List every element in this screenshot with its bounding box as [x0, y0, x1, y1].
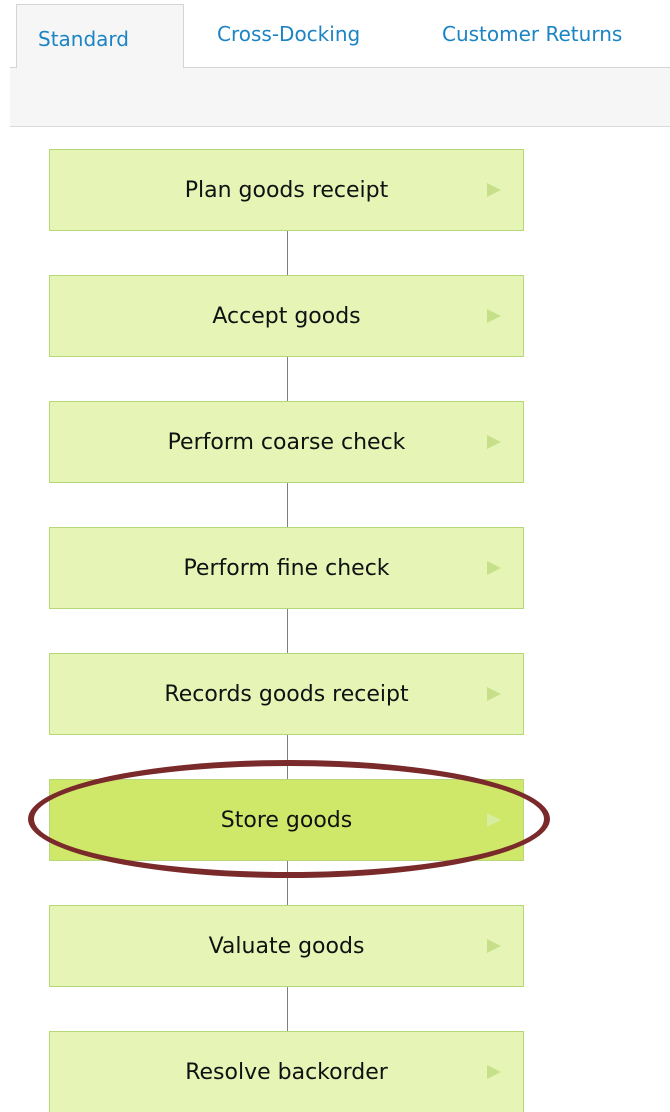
play-arrow-icon — [487, 813, 501, 827]
step-plan-goods-receipt[interactable]: Plan goods receipt — [49, 149, 524, 231]
process-flow: Plan goods receipt Accept goods Perform … — [0, 0, 670, 1112]
goods-receipt-process-view: Standard Cross-Docking Customer Returns … — [0, 0, 670, 1112]
play-arrow-icon — [487, 309, 501, 323]
tab-standard[interactable]: Standard — [16, 4, 184, 68]
play-arrow-icon — [487, 1065, 501, 1079]
flow-connector — [287, 231, 288, 276]
step-label: Perform fine check — [183, 555, 390, 581]
step-perform-coarse-check[interactable]: Perform coarse check — [49, 401, 524, 483]
play-arrow-icon — [487, 183, 501, 197]
play-arrow-icon — [487, 435, 501, 449]
step-label: Valuate goods — [208, 933, 365, 959]
step-label: Plan goods receipt — [184, 177, 389, 203]
step-label: Perform coarse check — [167, 429, 406, 455]
step-valuate-goods[interactable]: Valuate goods — [49, 905, 524, 987]
step-perform-fine-check[interactable]: Perform fine check — [49, 527, 524, 609]
step-resolve-backorder[interactable]: Resolve backorder — [49, 1031, 524, 1112]
flow-connector — [287, 609, 288, 654]
flow-connector — [287, 357, 288, 402]
step-records-goods-receipt[interactable]: Records goods receipt — [49, 653, 524, 735]
step-label: Resolve backorder — [185, 1059, 388, 1085]
step-label: Store goods — [220, 807, 353, 833]
step-store-goods[interactable]: Store goods — [49, 779, 524, 861]
step-label: Records goods receipt — [164, 681, 409, 707]
flow-connector — [287, 987, 288, 1032]
flow-connector — [287, 861, 288, 906]
step-label: Accept goods — [212, 303, 361, 329]
flow-connector — [287, 735, 288, 780]
step-accept-goods[interactable]: Accept goods — [49, 275, 524, 357]
play-arrow-icon — [487, 687, 501, 701]
tab-standard-label: Standard — [38, 27, 129, 51]
flow-connector — [287, 483, 288, 528]
play-arrow-icon — [487, 561, 501, 575]
play-arrow-icon — [487, 939, 501, 953]
